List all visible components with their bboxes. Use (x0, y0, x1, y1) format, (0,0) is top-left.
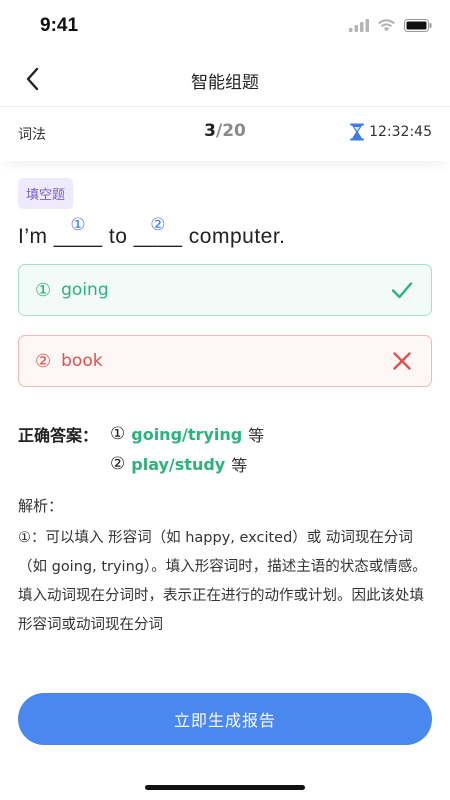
page-title: 智能组题 (191, 73, 259, 93)
correct-answer-1-value: going/trying (131, 424, 243, 444)
status-icons (349, 18, 432, 32)
info-bar: 词法 3/20 12:32:45 (0, 106, 450, 161)
answer-option-2[interactable]: ② book (18, 335, 432, 387)
checkmark-icon (391, 282, 413, 299)
correct-answer-row-2: ② play/study 等 (18, 449, 432, 479)
blank-1: ① ____ (54, 215, 103, 249)
correct-answer-block: 正确答案： ① going/trying 等 ② play/study 等 (18, 419, 432, 479)
question-content: 填空题 I’m ① ____ to ② ____ computer. ① going… (18, 178, 432, 640)
timer-value: 12:32:45 (369, 124, 432, 140)
question-type-tag: 填空题 (18, 178, 74, 209)
option-1-label: ① (35, 279, 52, 301)
battery-icon (404, 18, 432, 32)
correct-answer-row-1: 正确答案： ① going/trying 等 (18, 419, 432, 449)
question-text-part3: computer. (182, 225, 286, 248)
status-time: 9:41 (40, 15, 79, 36)
option-1-text: going (61, 280, 109, 300)
cellular-signal-icon (349, 18, 369, 32)
answer-option-1[interactable]: ① going (18, 264, 432, 316)
option-2-label: ② (35, 350, 52, 372)
question-sentence: I’m ① ____ to ② ____ computer. (18, 215, 432, 249)
correct-answer-title: 正确答案： (18, 426, 99, 445)
blank-1-number: ① (70, 215, 87, 234)
option-2-text: book (61, 351, 103, 371)
correct-answer-1-number: ① (110, 424, 126, 444)
status-bar: 9:41 (0, 0, 450, 52)
correct-answer-1-suffix: 等 (248, 426, 265, 445)
analysis-text: ①：可以填入 形容词（如 happy, excited）或 动词现在分词（如 g… (18, 530, 427, 633)
wifi-icon (378, 19, 395, 32)
blank-2-number: ② (150, 215, 166, 234)
correct-answer-2-value: play/study (131, 454, 226, 474)
nav-bar: 智能组题 (0, 52, 450, 106)
question-text-part1: I’m (18, 225, 54, 248)
blank-2: ② ____ (134, 215, 183, 249)
correct-answer-2-suffix: 等 (231, 456, 248, 475)
progress-current: 3 (204, 121, 216, 141)
question-text-part2: to (102, 225, 134, 248)
analysis-title: 解析： (18, 497, 64, 515)
generate-report-button[interactable]: 立即生成报告 (18, 693, 432, 745)
cross-icon (393, 352, 411, 370)
timer: 12:32:45 (349, 123, 432, 141)
correct-answer-2-number: ② (110, 454, 126, 474)
home-indicator (145, 785, 305, 790)
hourglass-icon (350, 123, 365, 141)
progress-total: 20 (222, 121, 246, 141)
